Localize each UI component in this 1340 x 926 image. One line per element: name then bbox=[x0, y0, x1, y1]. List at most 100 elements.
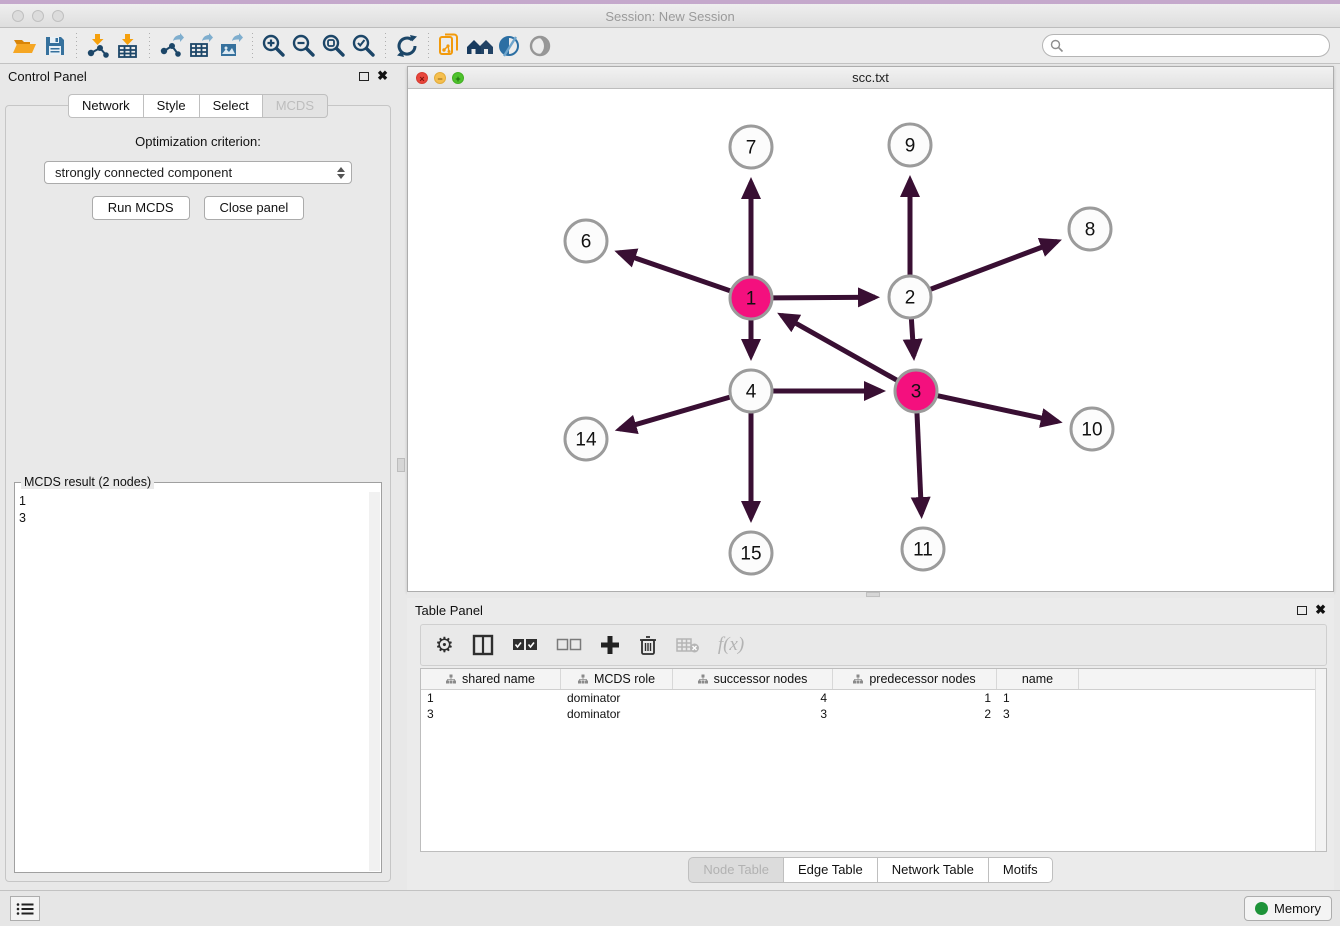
network-window-titlebar[interactable]: × − + scc.txt bbox=[408, 67, 1333, 89]
import-network-button[interactable] bbox=[83, 32, 113, 60]
export-network-icon bbox=[158, 33, 184, 59]
table-cell[interactable]: 2 bbox=[833, 706, 997, 722]
function-builder-icon: f(x) bbox=[718, 634, 744, 656]
column-header-shared-name[interactable]: shared name bbox=[421, 669, 561, 689]
edge-1-6[interactable] bbox=[619, 252, 730, 290]
export-table-icon bbox=[188, 33, 214, 59]
import-table-button[interactable] bbox=[113, 32, 143, 60]
column-header-MCDS-role[interactable]: MCDS role bbox=[561, 669, 673, 689]
tab-network-table[interactable]: Network Table bbox=[877, 857, 988, 883]
edge-3-11[interactable] bbox=[917, 413, 921, 514]
close-panel-button[interactable]: Close panel bbox=[204, 196, 305, 220]
select-all-columns-button[interactable] bbox=[512, 631, 538, 659]
import-network-icon bbox=[85, 33, 111, 59]
hide-details-button[interactable] bbox=[495, 32, 525, 60]
table-cell[interactable]: dominator bbox=[561, 706, 673, 722]
table-row[interactable]: 1dominator411 bbox=[421, 690, 1326, 706]
add-column-button[interactable] bbox=[600, 631, 620, 659]
edge-4-14[interactable] bbox=[620, 397, 730, 429]
open-session-icon bbox=[12, 34, 38, 58]
zoom-out-button[interactable] bbox=[289, 32, 319, 60]
export-image-icon bbox=[218, 33, 244, 59]
function-builder-button[interactable]: f(x) bbox=[718, 631, 744, 659]
edge-1-2[interactable] bbox=[773, 297, 875, 298]
mcds-result-text[interactable]: 1 3 bbox=[19, 493, 369, 870]
network-view-window: × − + scc.txt 7968124314101511 bbox=[407, 66, 1334, 592]
edge-3-10[interactable] bbox=[938, 396, 1058, 422]
open-session-button[interactable] bbox=[10, 32, 40, 60]
column-header-predecessor-nodes[interactable]: predecessor nodes bbox=[833, 669, 997, 689]
table-cell[interactable]: 1 bbox=[997, 690, 1079, 706]
bird-button[interactable] bbox=[525, 32, 555, 60]
edge-3-1[interactable] bbox=[781, 315, 896, 380]
toolbar-separator bbox=[252, 33, 253, 59]
delete-column-button[interactable] bbox=[638, 631, 658, 659]
tab-mcds[interactable]: MCDS bbox=[262, 94, 328, 118]
table-settings-button[interactable]: ⚙ bbox=[435, 631, 454, 659]
edge-2-3[interactable] bbox=[911, 319, 913, 356]
home-button[interactable] bbox=[465, 32, 495, 60]
table-body: 1dominator4113dominator323 bbox=[421, 690, 1326, 722]
vertical-splitter[interactable] bbox=[396, 64, 407, 890]
table-cell[interactable]: 1 bbox=[421, 690, 561, 706]
table-panel: Table Panel ✖ ⚙ bbox=[407, 598, 1334, 890]
close-panel-icon[interactable]: ✖ bbox=[1315, 605, 1326, 615]
export-network-button[interactable] bbox=[156, 32, 186, 60]
column-header-successor-nodes[interactable]: successor nodes bbox=[673, 669, 833, 689]
tab-network[interactable]: Network bbox=[68, 94, 143, 118]
save-session-button[interactable] bbox=[40, 32, 70, 60]
task-history-button[interactable] bbox=[10, 896, 40, 921]
column-pane-button[interactable] bbox=[472, 631, 494, 659]
unselect-all-columns-button[interactable] bbox=[556, 631, 582, 659]
node-label-4: 4 bbox=[746, 382, 757, 403]
splitter-handle[interactable] bbox=[866, 592, 880, 597]
save-session-icon bbox=[43, 34, 67, 58]
column-header-name[interactable]: name bbox=[997, 669, 1079, 689]
table-cell[interactable]: 3 bbox=[997, 706, 1079, 722]
table-row[interactable]: 3dominator323 bbox=[421, 706, 1326, 722]
close-panel-icon[interactable]: ✖ bbox=[377, 71, 388, 81]
toolbar-separator bbox=[149, 33, 150, 59]
zoom-selected-button[interactable] bbox=[349, 32, 379, 60]
edge-2-8[interactable] bbox=[931, 241, 1058, 289]
hide-details-icon bbox=[497, 33, 523, 59]
tab-node-table[interactable]: Node Table bbox=[688, 857, 783, 883]
node-label-15: 15 bbox=[740, 544, 761, 565]
first-neighbors-button[interactable] bbox=[392, 32, 422, 60]
tab-select[interactable]: Select bbox=[199, 94, 262, 118]
memory-button[interactable]: Memory bbox=[1244, 896, 1332, 921]
network-canvas[interactable]: 7968124314101511 bbox=[408, 89, 1333, 591]
table-cell[interactable]: 3 bbox=[421, 706, 561, 722]
main-toolbar bbox=[0, 28, 1340, 64]
search-area bbox=[1042, 34, 1330, 57]
delete-table-button[interactable] bbox=[676, 631, 700, 659]
tab-style[interactable]: Style bbox=[143, 94, 199, 118]
toolbar-separator bbox=[428, 33, 429, 59]
float-panel-icon[interactable] bbox=[359, 72, 369, 81]
splitter-handle[interactable] bbox=[397, 458, 405, 472]
tab-edge-table[interactable]: Edge Table bbox=[783, 857, 877, 883]
table-cell[interactable]: dominator bbox=[561, 690, 673, 706]
column-pane-icon bbox=[472, 634, 494, 656]
export-image-button[interactable] bbox=[216, 32, 246, 60]
float-panel-icon[interactable] bbox=[1297, 606, 1307, 615]
zoom-fit-button[interactable] bbox=[319, 32, 349, 60]
export-table-button[interactable] bbox=[186, 32, 216, 60]
search-input[interactable] bbox=[1042, 34, 1330, 57]
node-label-8: 8 bbox=[1085, 220, 1096, 241]
table-scrollbar[interactable] bbox=[1315, 669, 1326, 851]
criterion-select[interactable]: strongly connected component bbox=[44, 161, 352, 184]
table-cell[interactable]: 1 bbox=[833, 690, 997, 706]
run-mcds-button[interactable]: Run MCDS bbox=[92, 196, 190, 220]
tab-motifs[interactable]: Motifs bbox=[988, 857, 1053, 883]
gear-icon: ⚙ bbox=[435, 633, 454, 657]
result-scrollbar[interactable] bbox=[369, 492, 380, 871]
control-panel-title: Control Panel bbox=[8, 69, 87, 84]
zoom-in-button[interactable] bbox=[259, 32, 289, 60]
memory-status-icon bbox=[1255, 902, 1268, 915]
select-all-columns-icon bbox=[512, 638, 538, 652]
clone-network-button[interactable] bbox=[435, 32, 465, 60]
table-cell[interactable]: 4 bbox=[673, 690, 833, 706]
network-graph[interactable]: 7968124314101511 bbox=[408, 89, 1333, 592]
table-cell[interactable]: 3 bbox=[673, 706, 833, 722]
